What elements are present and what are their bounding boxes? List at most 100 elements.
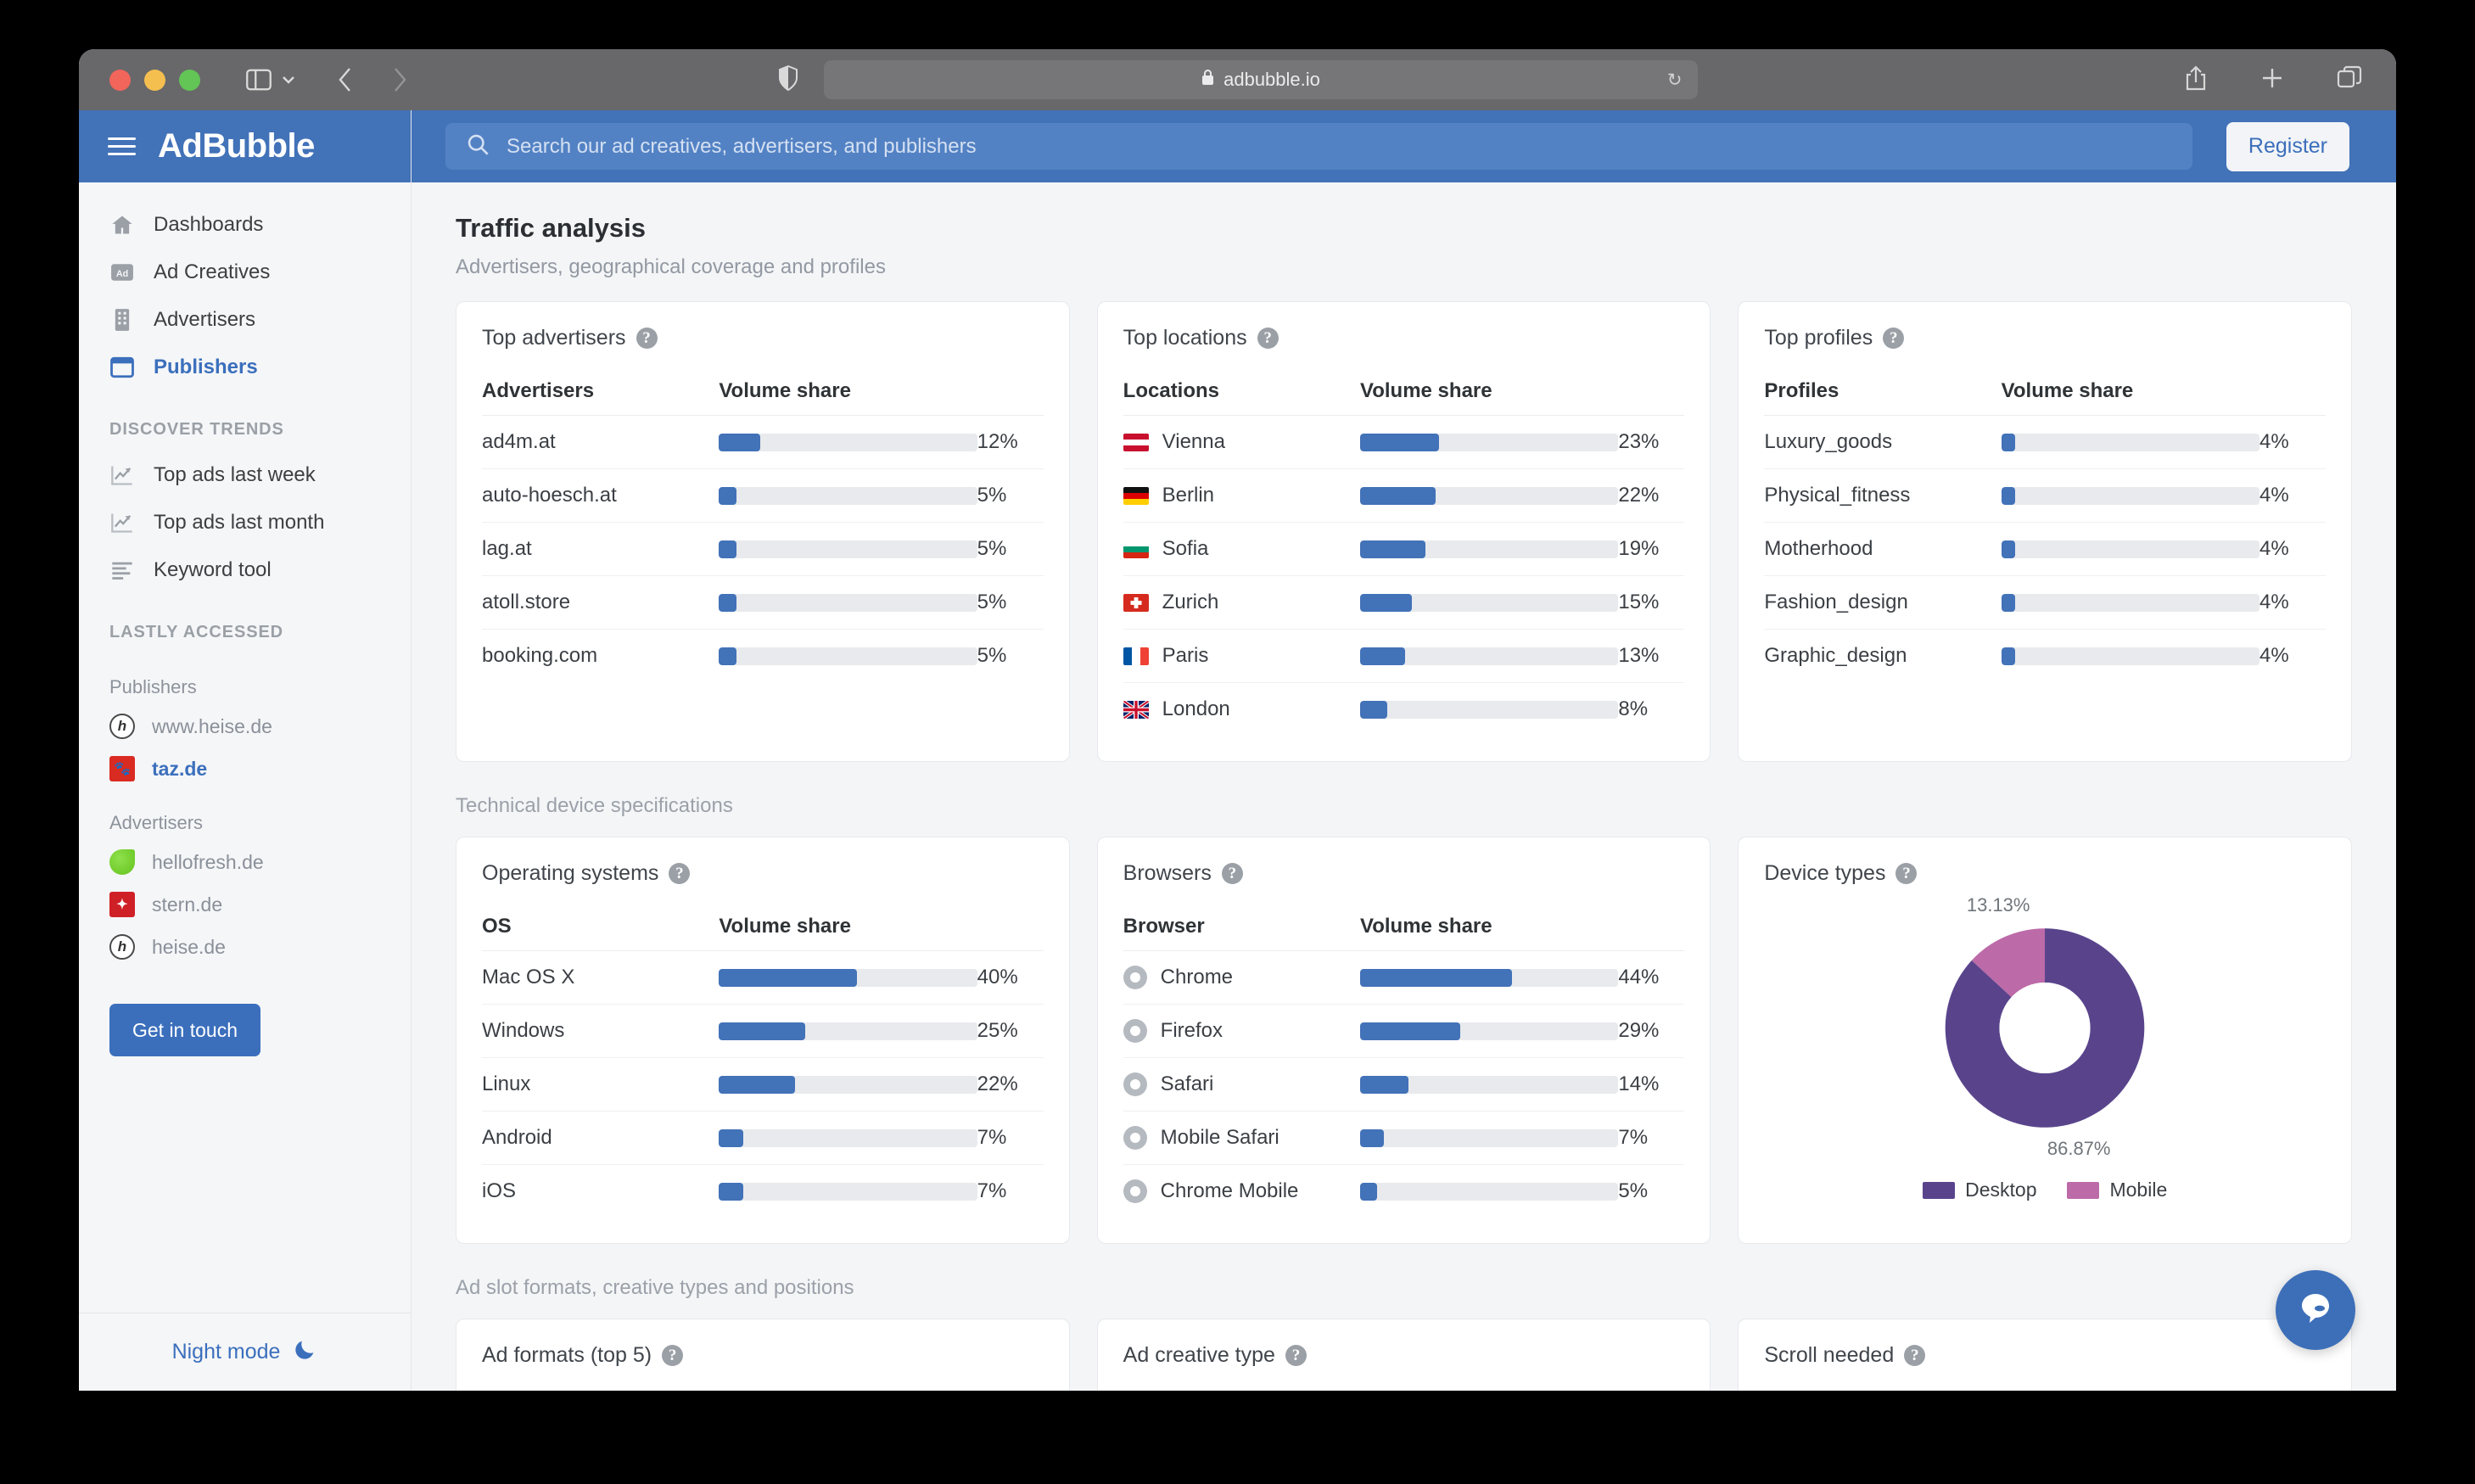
row-value: 5% <box>977 522 1044 576</box>
brand-bar: AdBubble <box>79 110 411 182</box>
search-input[interactable]: Search our ad creatives, advertisers, an… <box>445 123 2192 170</box>
table-row[interactable]: booking.com 5% <box>482 630 1044 683</box>
row-label: Zurich <box>1162 591 1219 613</box>
table-row[interactable]: Sofia 19% <box>1123 522 1685 576</box>
bar-track <box>719 486 977 505</box>
card-title-text: Ad formats (top 5) <box>482 1343 652 1367</box>
row-label-cell: Mobile Safari <box>1123 1111 1360 1165</box>
table-row[interactable]: Firefox 29% <box>1123 1004 1685 1058</box>
minimize-window-button[interactable] <box>144 69 165 91</box>
register-button[interactable]: Register <box>2226 121 2349 171</box>
row-bar-cell <box>719 575 977 630</box>
table-row[interactable]: lag.at 5% <box>482 522 1044 576</box>
row-bar-cell <box>1359 683 1619 736</box>
row-label: Firefox <box>1160 1019 1224 1042</box>
table-row[interactable]: Vienna 23% <box>1123 415 1685 469</box>
maximize-window-button[interactable] <box>179 69 200 91</box>
card-title: Top locations ? <box>1123 326 1685 350</box>
row-label: Paris <box>1162 644 1209 667</box>
tab-overview-icon[interactable] <box>2337 65 2362 95</box>
help-icon[interactable]: ? <box>1904 1345 1926 1366</box>
get-in-touch-button[interactable]: Get in touch <box>109 1004 260 1056</box>
night-mode-toggle[interactable]: Night mode <box>79 1313 411 1391</box>
table-row[interactable]: Android 7% <box>482 1111 1044 1165</box>
chevron-down-icon[interactable] <box>280 74 297 86</box>
row-label: iOS <box>482 1179 517 1202</box>
table-row[interactable]: ad4m.at 12% <box>482 415 1044 469</box>
table-row[interactable]: Paris 13% <box>1123 629 1685 683</box>
plus-icon[interactable] <box>2260 66 2284 94</box>
row-label: Safari <box>1160 1072 1214 1095</box>
help-icon[interactable]: ? <box>669 863 691 884</box>
column-header-os: OS <box>482 915 720 951</box>
sidebar-advertiser-stern-de[interactable]: ✦ stern.de <box>79 883 411 926</box>
forward-arrow-icon[interactable] <box>390 65 409 94</box>
sidebar-item-top-ads-last-month[interactable]: Top ads last month <box>79 499 411 546</box>
sidebar-publisher-www-heise-de[interactable]: h www.heise.de <box>79 705 411 748</box>
sidebar-toggle-button[interactable] <box>246 69 297 91</box>
help-icon[interactable]: ? <box>1883 328 1905 349</box>
table-row[interactable]: Motherhood 4% <box>1764 522 2327 576</box>
share-icon[interactable] <box>2184 64 2208 96</box>
sidebar-publisher-taz-de[interactable]: 🐾 taz.de <box>79 748 411 790</box>
row-label-cell: Mac OS X <box>482 950 720 1005</box>
table-row[interactable]: auto-hoesch.at 5% <box>482 468 1044 523</box>
row-value: 5% <box>1618 1179 1649 1202</box>
table-row[interactable]: Safari 14% <box>1123 1057 1685 1112</box>
table-row[interactable]: Luxury_goods 4% <box>1764 415 2327 469</box>
donut-legend: Desktop Mobile <box>1923 1179 2167 1201</box>
table-row[interactable]: Berlin 22% <box>1123 468 1685 523</box>
sidebar-advertiser-heise-de[interactable]: h heise.de <box>79 926 411 968</box>
table-row[interactable]: iOS 7% <box>482 1165 1044 1218</box>
sidebar-publisher-label: www.heise.de <box>152 714 272 737</box>
row-value: 7% <box>1618 1111 1685 1165</box>
table-row[interactable]: Windows 25% <box>482 1004 1044 1058</box>
row-label: Vienna <box>1162 430 1225 453</box>
close-window-button[interactable] <box>109 69 131 91</box>
help-icon[interactable]: ? <box>1895 863 1918 884</box>
help-icon[interactable]: ? <box>636 328 658 349</box>
row-label-cell: Zurich <box>1123 575 1360 630</box>
row-value: 7% <box>977 1111 1044 1165</box>
table-row[interactable]: Mac OS X 40% <box>482 950 1044 1005</box>
address-bar[interactable]: adbubble.io ↻ <box>823 60 1698 99</box>
sidebar-item-ad-creatives[interactable]: Ad Ad Creatives <box>79 249 411 296</box>
help-icon[interactable]: ? <box>1285 1345 1307 1366</box>
card-title: Operating systems ? <box>482 861 1044 886</box>
chat-widget-button[interactable] <box>2276 1270 2355 1350</box>
sidebar-item-publishers[interactable]: Publishers <box>79 344 411 391</box>
help-icon[interactable]: ? <box>662 1345 684 1366</box>
sidebar-item-advertisers[interactable]: Advertisers <box>79 296 411 344</box>
reload-icon[interactable]: ↻ <box>1667 70 1683 91</box>
sidebar-item-top-ads-last-week[interactable]: Top ads last week <box>79 451 411 499</box>
table-row[interactable]: Linux 22% <box>482 1057 1044 1112</box>
bar-fill <box>2001 433 2015 451</box>
legend-item-mobile[interactable]: Mobile <box>2067 1179 2167 1201</box>
sidebar-advertiser-label: hellofresh.de <box>152 850 264 873</box>
table-row[interactable]: London 8% <box>1123 683 1685 736</box>
table-row[interactable]: Zurich 15% <box>1123 575 1685 630</box>
help-icon[interactable]: ? <box>1221 863 1243 884</box>
table-row[interactable]: Chrome Mobile 5% <box>1123 1165 1685 1218</box>
sidebar-advertiser-hellofresh-de[interactable]: hellofresh.de <box>79 841 411 883</box>
help-icon[interactable]: ? <box>1257 328 1279 349</box>
card-operating-systems: Operating systems ? OS Volume share Mac … <box>456 837 1070 1244</box>
back-arrow-icon[interactable] <box>336 65 355 94</box>
bar-fill <box>2001 540 2015 558</box>
top-advertisers-table: Advertisers Volume share ad4m.at 12% auto-… <box>482 379 1044 682</box>
sidebar-item-dashboards[interactable]: Dashboards <box>79 201 411 249</box>
table-row[interactable]: Physical_fitness 4% <box>1764 468 2327 523</box>
sidebar-item-keyword-tool[interactable]: Keyword tool <box>79 546 411 594</box>
row-value: 4% <box>2259 575 2327 630</box>
table-row[interactable]: Graphic_design 4% <box>1764 630 2326 683</box>
browser-window-icon <box>109 355 135 380</box>
row-label-cell: iOS <box>482 1165 719 1218</box>
table-row[interactable]: Chrome 44% <box>1123 950 1685 1005</box>
table-row[interactable]: Fashion_design 4% <box>1764 575 2327 630</box>
hamburger-icon[interactable] <box>108 137 136 155</box>
row-label: Luxury_goods <box>1764 430 1893 453</box>
legend-item-desktop[interactable]: Desktop <box>1923 1179 2036 1201</box>
table-row[interactable]: Mobile Safari 7% <box>1123 1111 1685 1165</box>
shield-icon[interactable] <box>778 64 798 95</box>
table-row[interactable]: atoll.store 5% <box>482 575 1044 630</box>
